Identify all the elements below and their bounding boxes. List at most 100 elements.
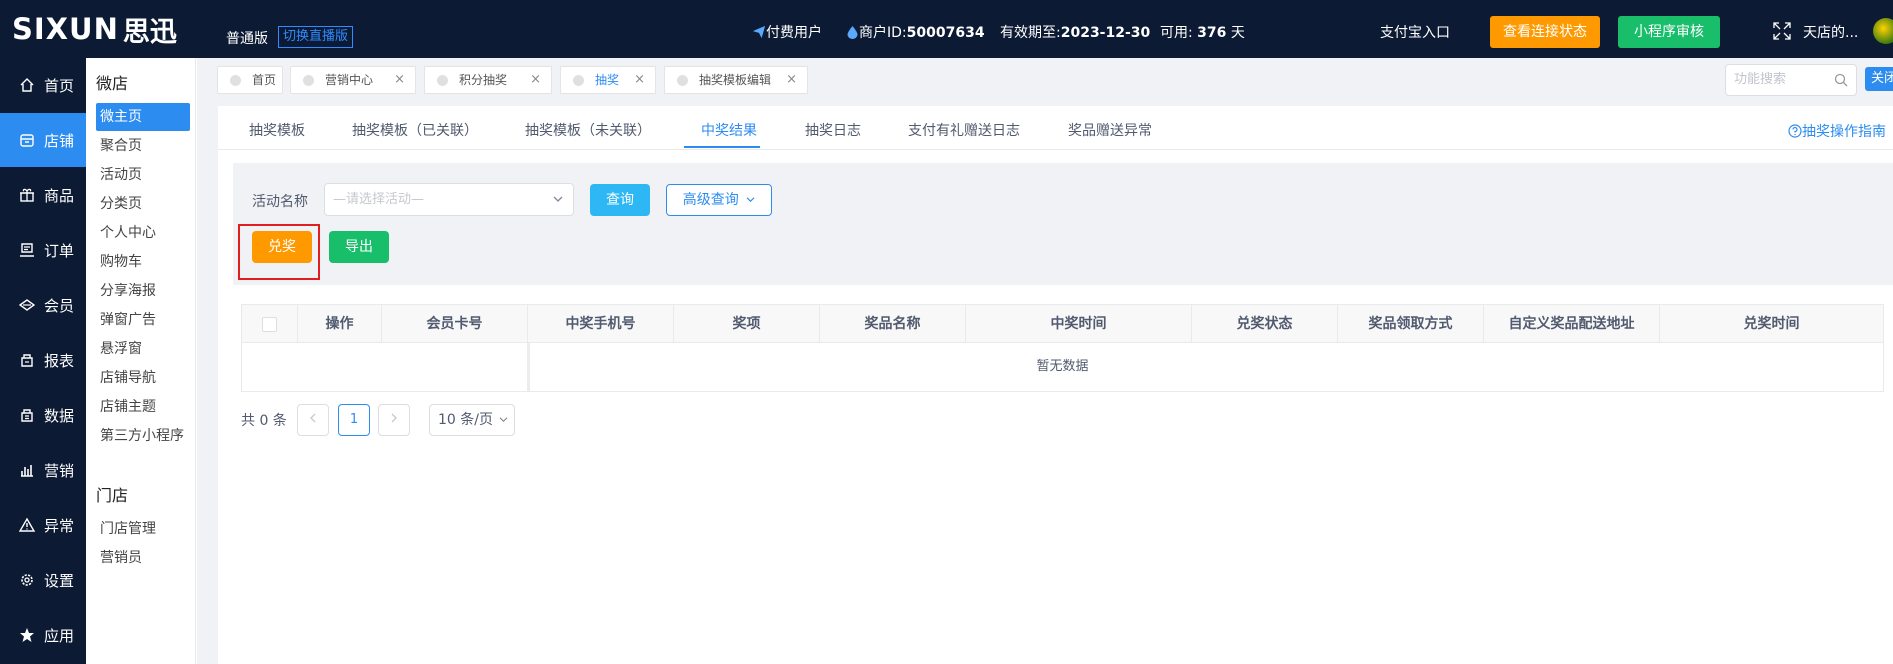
home-icon bbox=[18, 76, 36, 94]
subnav-item[interactable]: 店铺主题 bbox=[96, 393, 190, 421]
page-tab[interactable]: 抽奖模板编辑 × bbox=[664, 66, 808, 94]
miniprogram-review-button[interactable]: 小程序审核 bbox=[1618, 16, 1720, 48]
subtab-winning-results[interactable]: 中奖结果 bbox=[701, 120, 757, 140]
activity-select[interactable]: —请选择活动— bbox=[324, 183, 574, 216]
page-size-select[interactable]: 10 条/页 bbox=[429, 404, 515, 436]
avatar[interactable] bbox=[1873, 18, 1893, 44]
active-subtab-indicator bbox=[684, 146, 760, 148]
nav-item-reports[interactable]: 报表 bbox=[0, 333, 86, 387]
subnav-item[interactable]: 第三方小程序 bbox=[96, 422, 190, 450]
subtab-prize-gift-exception[interactable]: 奖品赠送异常 bbox=[1068, 120, 1152, 140]
switch-live-edition-button[interactable]: 切换直播版 bbox=[278, 26, 354, 48]
subnav-item[interactable]: 活动页 bbox=[96, 161, 190, 189]
report-icon bbox=[18, 351, 36, 369]
subnav-item[interactable]: 门店管理 bbox=[96, 515, 190, 543]
nav-item-orders[interactable]: 订单 bbox=[0, 223, 86, 277]
page-tab[interactable]: 首页 bbox=[217, 66, 283, 94]
select-all-checkbox[interactable] bbox=[262, 316, 277, 332]
advanced-query-button[interactable]: 高级查询 bbox=[666, 184, 772, 216]
redeem-highlight-box bbox=[238, 224, 320, 280]
tab-dot-icon bbox=[437, 75, 448, 86]
top-bar: SIXUN 思迅 普通版 切换直播版 付费用户 商户ID:50007634 有效… bbox=[0, 0, 1893, 58]
table-header-cell: 兑奖状态 bbox=[1192, 305, 1338, 343]
nav-item-exceptions[interactable]: 异常 bbox=[0, 498, 86, 552]
store-icon bbox=[18, 131, 36, 149]
table-header-cell: 奖品领取方式 bbox=[1338, 305, 1484, 343]
drop-icon bbox=[847, 26, 858, 39]
nav-item-home[interactable]: 首页 bbox=[0, 58, 86, 112]
tab-dot-icon bbox=[573, 75, 584, 86]
nav-label: 应用 bbox=[44, 626, 75, 645]
activity-select-placeholder: —请选择活动— bbox=[333, 192, 425, 207]
available-unit: 天 bbox=[1230, 25, 1245, 41]
main-nav: 首页 店铺 商品 订单 会员 报表 数据 营销 异常 设置 应用 bbox=[0, 58, 86, 664]
close-icon[interactable]: × bbox=[394, 67, 405, 93]
nav-label: 首页 bbox=[44, 76, 75, 95]
subtab-template-unlinked[interactable]: 抽奖模板（未关联） bbox=[525, 120, 651, 140]
merchant-info: 商户ID:50007634 bbox=[846, 22, 985, 42]
chevron-down-icon bbox=[500, 417, 508, 423]
subnav-item[interactable]: 弹窗广告 bbox=[96, 306, 190, 334]
nav-item-data[interactable]: 数据 bbox=[0, 388, 86, 442]
expiry-info: 有效期至:2023-12-30 bbox=[1000, 22, 1150, 42]
subnav-item[interactable]: 个人中心 bbox=[96, 219, 190, 247]
query-button[interactable]: 查询 bbox=[590, 184, 650, 216]
paid-user-label: 付费用户 bbox=[766, 25, 822, 41]
member-icon bbox=[18, 296, 36, 314]
alipay-entry-link[interactable]: 支付宝入口 bbox=[1380, 22, 1450, 42]
subnav-item[interactable]: 营销员 bbox=[96, 544, 190, 572]
star-icon bbox=[18, 626, 36, 644]
table-header-cell: 中奖手机号 bbox=[528, 305, 674, 343]
tab-dot-icon bbox=[303, 75, 314, 86]
table-header-checkbox-cell bbox=[242, 305, 298, 343]
page-tabs-bar: 首页 营销中心 × 积分抽奖 × 抽奖 × 抽奖模板编辑 × bbox=[197, 58, 1893, 102]
store-name[interactable]: 天店的... bbox=[1803, 22, 1858, 42]
subnav-item[interactable]: 分享海报 bbox=[96, 277, 190, 305]
search-icon[interactable] bbox=[1834, 73, 1848, 87]
close-icon[interactable]: × bbox=[786, 67, 797, 93]
close-tabs-button[interactable]: 关闭 bbox=[1865, 67, 1893, 91]
nav-item-settings[interactable]: 设置 bbox=[0, 553, 86, 607]
close-icon[interactable]: × bbox=[530, 67, 541, 93]
nav-item-store[interactable]: 店铺 bbox=[0, 113, 86, 167]
guide-link-label: 抽奖操作指南 bbox=[1802, 124, 1886, 140]
nav-label: 订单 bbox=[44, 241, 75, 260]
export-button[interactable]: 导出 bbox=[329, 231, 389, 263]
nav-item-members[interactable]: 会员 bbox=[0, 278, 86, 332]
subnav-item[interactable]: 微主页 bbox=[96, 103, 190, 131]
nav-item-apps[interactable]: 应用 bbox=[0, 608, 86, 662]
lottery-guide-link[interactable]: 抽奖操作指南 bbox=[1788, 121, 1886, 141]
nav-label: 店铺 bbox=[44, 131, 75, 150]
winning-results-table: 操作 会员卡号 中奖手机号 奖项 奖品名称 中奖时间 兑奖状态 奖品领取方式 自… bbox=[241, 304, 1884, 392]
nav-item-goods[interactable]: 商品 bbox=[0, 168, 86, 222]
subnav-item[interactable]: 购物车 bbox=[96, 248, 190, 276]
next-page-button[interactable] bbox=[378, 404, 410, 436]
page-size-label: 10 条/页 bbox=[438, 412, 493, 428]
help-icon bbox=[1788, 124, 1802, 138]
data-icon bbox=[18, 406, 36, 424]
nav-item-marketing[interactable]: 营销 bbox=[0, 443, 86, 497]
marketing-icon bbox=[18, 461, 36, 479]
subnav-item[interactable]: 聚合页 bbox=[96, 132, 190, 160]
fullscreen-icon[interactable] bbox=[1773, 22, 1791, 40]
page-tab-active[interactable]: 抽奖 × bbox=[560, 66, 656, 94]
page-tab[interactable]: 积分抽奖 × bbox=[424, 66, 552, 94]
table-header-cell: 操作 bbox=[298, 305, 382, 343]
chevron-left-icon bbox=[310, 413, 316, 423]
page-number-button[interactable]: 1 bbox=[338, 404, 370, 436]
prev-page-button[interactable] bbox=[297, 404, 329, 436]
function-search-input[interactable]: 功能搜索 bbox=[1725, 64, 1857, 96]
subtab-lottery-log[interactable]: 抽奖日志 bbox=[805, 120, 861, 140]
subtab-payment-gift-log[interactable]: 支付有礼赠送日志 bbox=[908, 120, 1020, 140]
view-connection-status-button[interactable]: 查看连接状态 bbox=[1490, 16, 1600, 48]
subnav-item[interactable]: 悬浮窗 bbox=[96, 335, 190, 363]
order-icon bbox=[18, 241, 36, 259]
table-empty-text: 暂无数据 bbox=[1036, 359, 1089, 374]
subnav-item[interactable]: 店铺导航 bbox=[96, 364, 190, 392]
page-tab[interactable]: 营销中心 × bbox=[290, 66, 416, 94]
subnav-item[interactable]: 分类页 bbox=[96, 190, 190, 218]
close-icon[interactable]: × bbox=[634, 67, 645, 93]
available-info: 可用: 376 天 bbox=[1160, 22, 1245, 42]
subtab-template[interactable]: 抽奖模板 bbox=[249, 120, 305, 140]
subtab-template-linked[interactable]: 抽奖模板（已关联） bbox=[352, 120, 478, 140]
